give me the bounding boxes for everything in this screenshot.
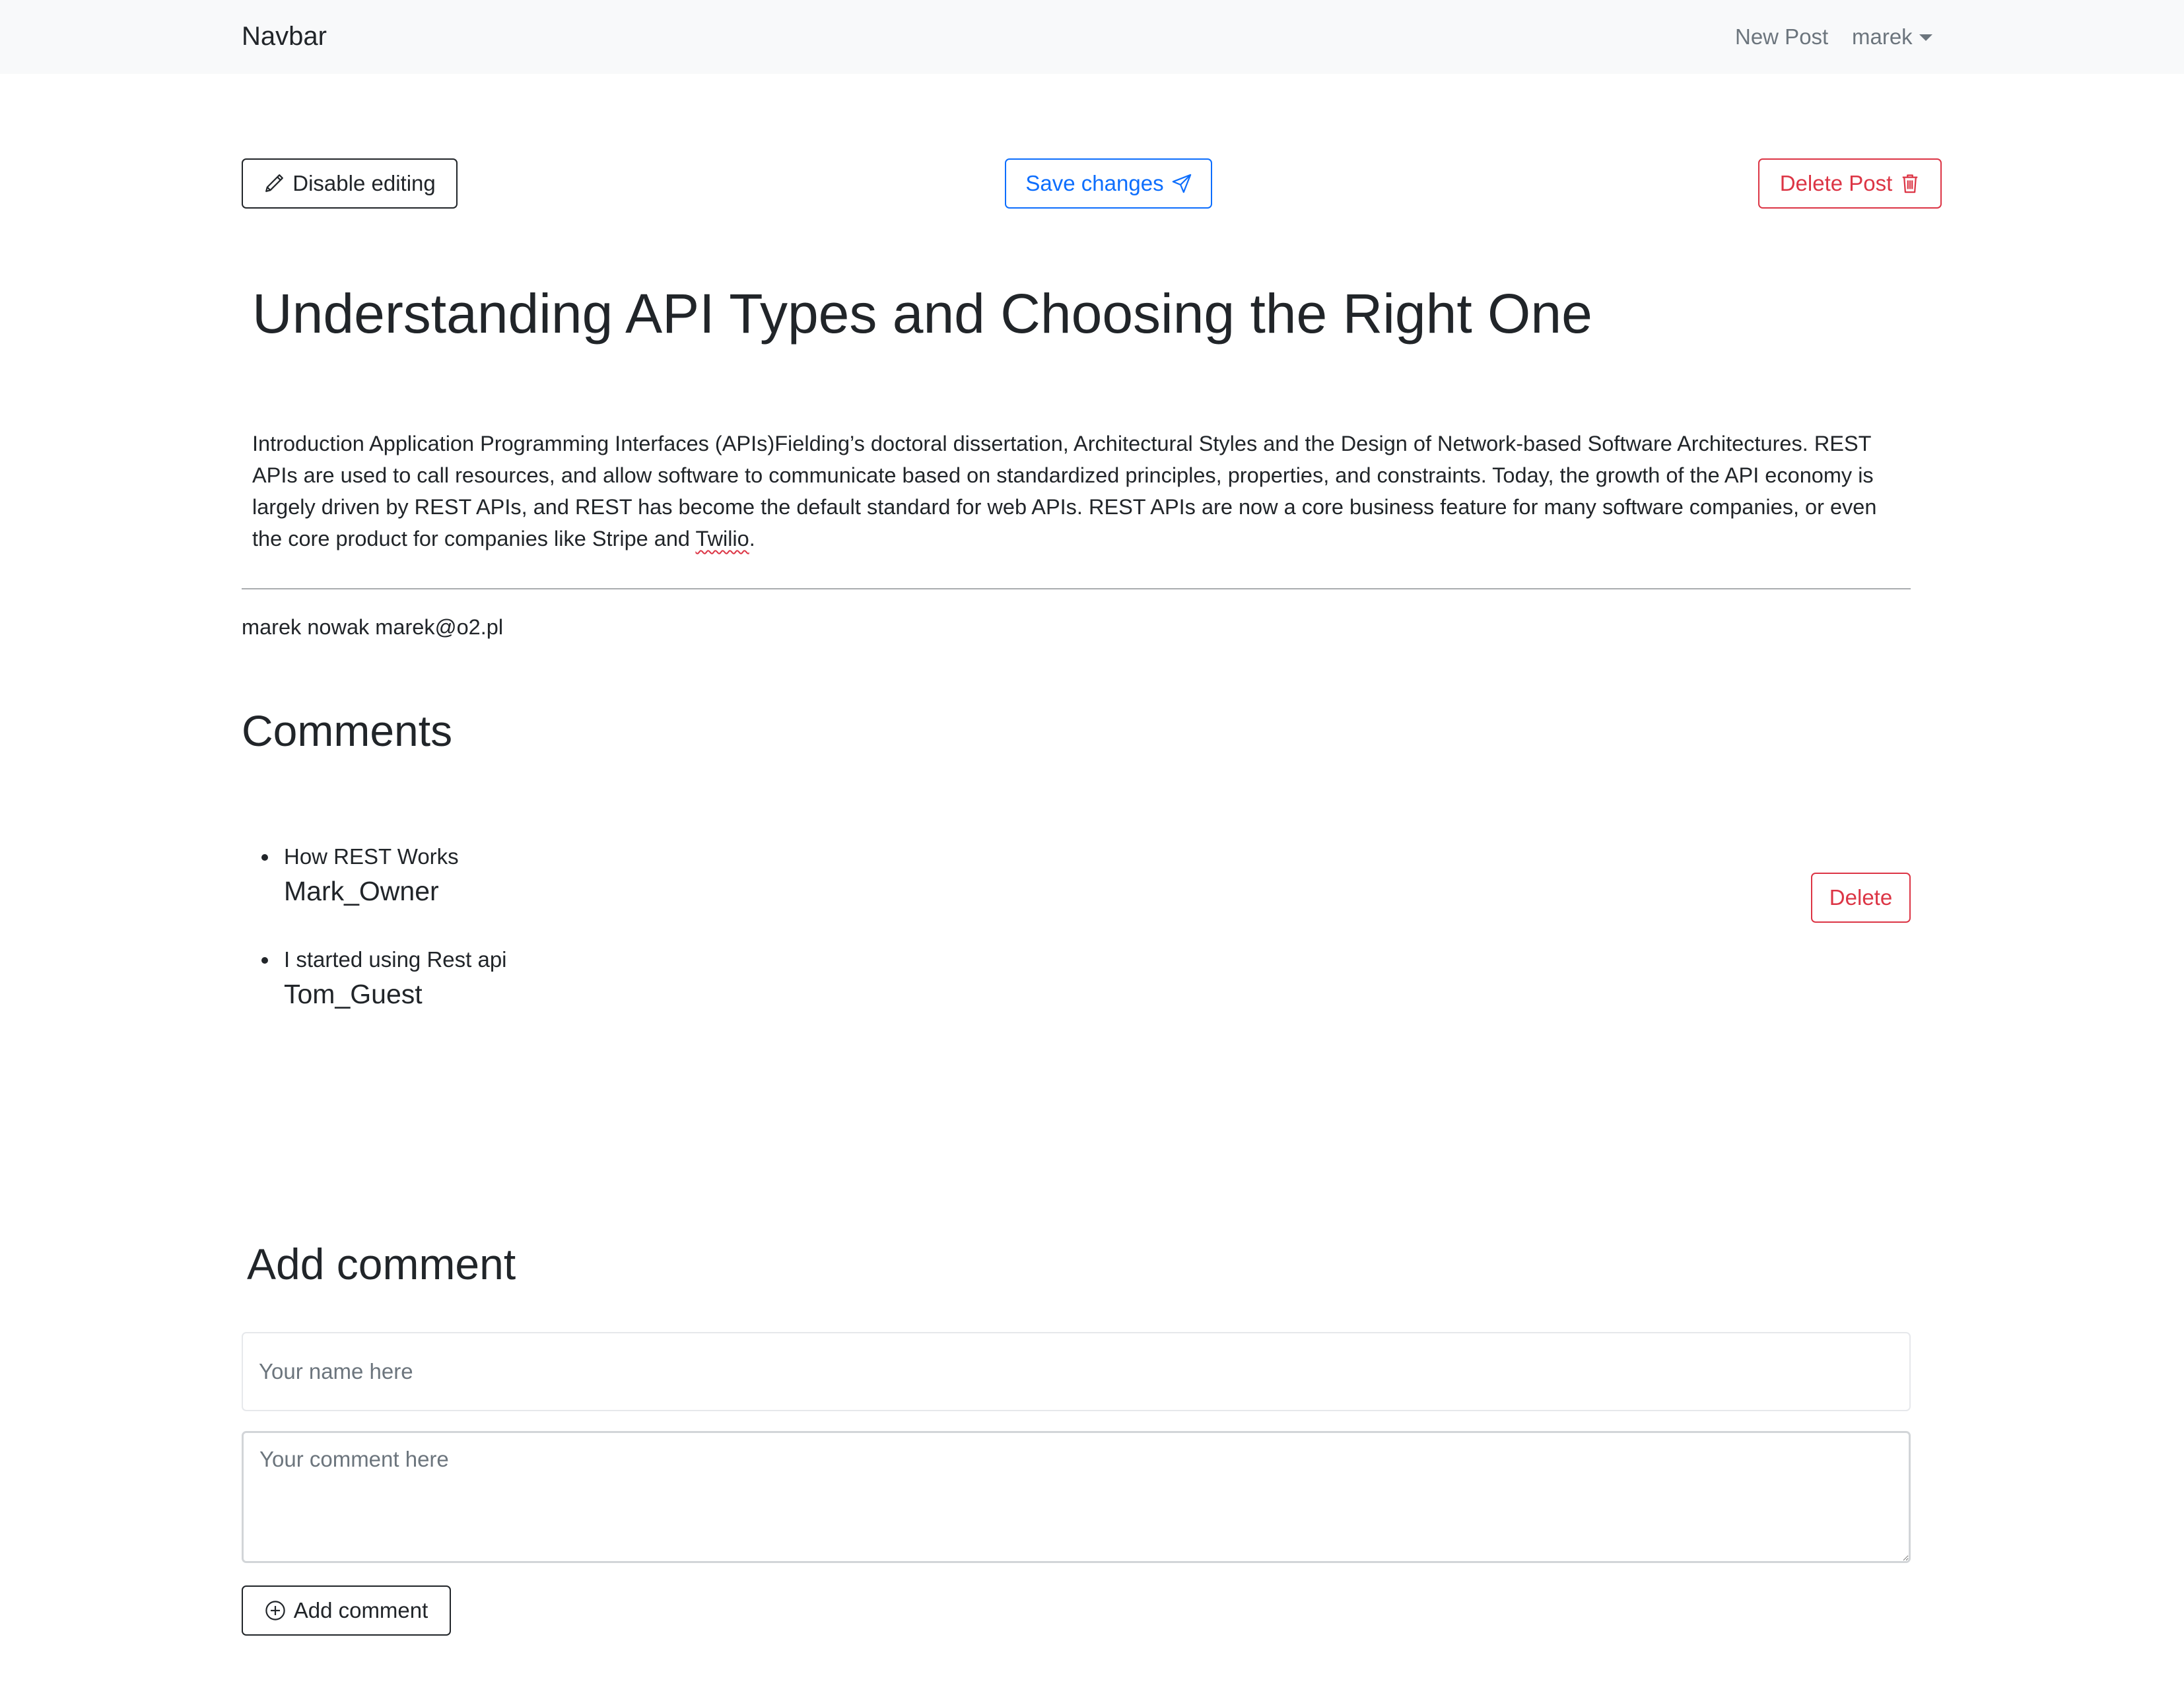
name-input[interactable] <box>242 1332 1911 1411</box>
comment-textarea[interactable] <box>242 1431 1911 1563</box>
post-body-end: . <box>749 527 755 550</box>
divider <box>242 588 1911 589</box>
pencil-icon <box>265 174 284 192</box>
plus-circle-icon <box>265 1601 285 1620</box>
post-body-text: Introduction Application Programming Int… <box>252 432 1877 550</box>
comment-item: How REST Works Mark_Owner <box>261 841 459 910</box>
post-body: Introduction Application Programming Int… <box>252 428 1909 554</box>
comment-item: I started using Rest api Tom_Guest <box>261 944 507 1013</box>
save-changes-button[interactable]: Save changes <box>1005 158 1212 209</box>
add-comment-label: Add comment <box>293 1598 428 1622</box>
list-bullet <box>261 854 268 861</box>
list-bullet <box>261 957 268 964</box>
navbar-brand[interactable]: Navbar <box>242 20 327 53</box>
add-comment-heading: Add comment <box>247 1240 516 1288</box>
post-body-spellcheck-word: Twilio <box>695 527 749 550</box>
comments-heading: Comments <box>242 706 453 755</box>
post-title: Understanding API Types and Choosing the… <box>252 283 1592 345</box>
post-author: marek nowak marek@o2.pl <box>242 615 504 639</box>
user-menu-toggle[interactable]: marek <box>1852 22 1913 51</box>
nav-new-post-link[interactable]: New Post <box>1735 22 1828 51</box>
comment-text: How REST Works <box>284 844 459 869</box>
comment-author: Tom_Guest <box>284 979 423 1009</box>
add-comment-button[interactable]: Add comment <box>242 1585 451 1636</box>
comment-author: Mark_Owner <box>284 876 439 906</box>
delete-comment-button[interactable]: Delete <box>1811 873 1911 923</box>
navbar: Navbar New Post marek <box>0 0 2184 74</box>
delete-post-button[interactable]: Delete Post <box>1758 158 1942 209</box>
caret-down-icon[interactable] <box>1919 34 1932 41</box>
comment-text: I started using Rest api <box>284 947 507 972</box>
disable-editing-button[interactable]: Disable editing <box>242 158 458 209</box>
send-icon <box>1172 174 1191 193</box>
delete-post-label: Delete Post <box>1779 171 1893 195</box>
trash-icon <box>1903 174 1918 193</box>
disable-editing-label: Disable editing <box>292 171 436 195</box>
save-changes-label: Save changes <box>1025 171 1164 195</box>
